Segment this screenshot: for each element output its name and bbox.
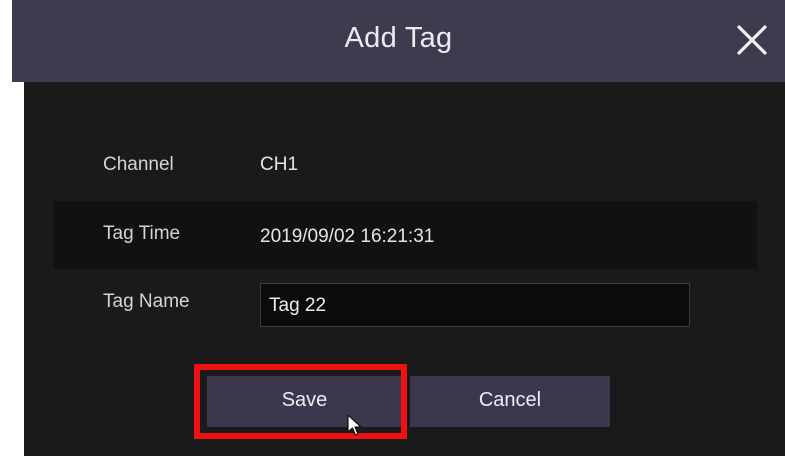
channel-label: Channel xyxy=(103,154,174,175)
add-tag-dialog: Add Tag Channel CH1 Tag Time 2019/09/02 … xyxy=(0,0,785,456)
title-bar: Add Tag xyxy=(12,0,785,82)
close-button[interactable] xyxy=(734,22,770,58)
close-icon xyxy=(737,25,767,55)
save-button[interactable]: Save xyxy=(207,376,402,427)
dialog-title: Add Tag xyxy=(344,22,453,54)
tag-time-label: Tag Time xyxy=(103,223,181,244)
tag-time-value: 2019/09/02 16:21:31 xyxy=(260,226,435,247)
tag-name-label: Tag Name xyxy=(103,291,190,312)
cancel-button[interactable]: Cancel xyxy=(410,376,610,427)
channel-row: Channel CH1 xyxy=(54,130,757,198)
channel-value: CH1 xyxy=(260,154,299,175)
tag-name-input[interactable]: Tag 22 xyxy=(260,283,690,327)
tag-time-row: Tag Time 2019/09/02 16:21:31 xyxy=(54,201,757,269)
